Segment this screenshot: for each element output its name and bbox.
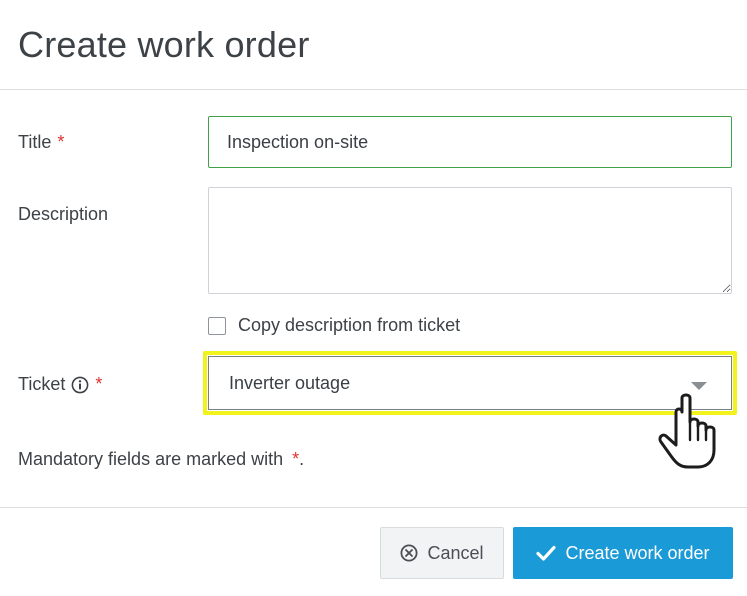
required-marker: *	[95, 374, 103, 394]
dialog-title: Create work order	[18, 24, 310, 65]
ticket-label-text: Ticket	[18, 374, 66, 394]
times-circle-icon	[400, 544, 418, 562]
cancel-label: Cancel	[427, 542, 484, 563]
ticket-label: Ticket *	[18, 374, 102, 395]
create-label: Create work order	[565, 542, 710, 563]
description-label: Description	[18, 204, 109, 224]
ticket-select[interactable]: Inverter outage	[208, 356, 732, 410]
mandatory-note-end: .	[299, 449, 305, 469]
title-label: Title *	[18, 132, 64, 153]
info-circle-icon[interactable]	[71, 376, 89, 394]
cancel-button[interactable]: Cancel	[380, 527, 504, 579]
mandatory-note-text: Mandatory fields are marked with	[18, 449, 284, 469]
create-work-order-button[interactable]: Create work order	[513, 527, 733, 579]
required-marker: *	[57, 132, 65, 152]
title-input[interactable]	[208, 116, 732, 168]
description-textarea[interactable]	[208, 187, 732, 294]
check-icon	[536, 545, 557, 561]
caret-down-icon[interactable]	[691, 382, 707, 390]
copy-description-checkbox[interactable]	[208, 316, 226, 335]
ticket-select-value: Inverter outage	[229, 372, 351, 393]
mandatory-note: Mandatory fields are marked with *.	[18, 449, 304, 470]
copy-description-label[interactable]: Copy description from ticket	[238, 315, 460, 336]
header-divider	[0, 89, 747, 90]
footer-divider	[0, 507, 747, 508]
copy-description-row[interactable]: Copy description from ticket	[208, 315, 460, 336]
title-label-text: Title	[18, 132, 52, 152]
